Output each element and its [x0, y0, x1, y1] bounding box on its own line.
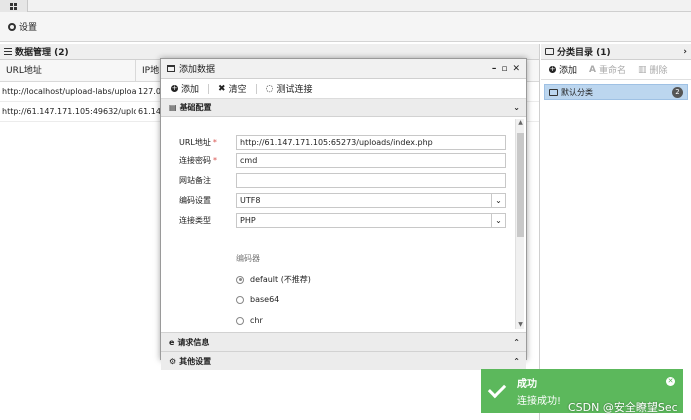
other-settings-header[interactable]: ⚙ 其他设置 ⌃	[161, 351, 526, 370]
row-url: http://localhost/upload-labs/uploa	[2, 87, 136, 96]
type-value: PHP	[240, 216, 256, 225]
category-item-label: 默认分类	[561, 87, 593, 97]
category-panel: 分类目录 (1) › + 添加 A 重命名 ▥ 删除 默认分类 2	[541, 44, 691, 420]
basic-config-body: URL地址 * http://61.147.171.105:65273/uploa…	[161, 117, 526, 332]
minimize-icon[interactable]: –	[492, 64, 497, 74]
delete-category-button[interactable]: ▥ 删除	[638, 63, 668, 77]
folder-icon	[545, 48, 554, 55]
settings-button[interactable]: 设置	[8, 20, 37, 33]
encoding-value: UTF8	[240, 196, 261, 205]
add-data-dialog: 添加数据 – ▫ ✕ + 添加 ✖ 清空 ◌ 测试连接 ▤ 基础配置 ⌄ URL…	[160, 58, 527, 370]
category-panel-header: 分类目录 (1) ›	[541, 44, 691, 60]
password-field-label: 连接密码 *	[179, 156, 217, 165]
scroll-thumb[interactable]	[517, 133, 524, 237]
radio-icon	[236, 275, 244, 284]
url-field-label: URL地址 *	[179, 138, 217, 147]
x-icon: ✖	[218, 83, 226, 94]
maximize-icon[interactable]: ▫	[501, 64, 507, 74]
toast-title: 成功	[517, 379, 537, 390]
spinner-icon: ◌	[265, 83, 274, 94]
encoder-base64-label: base64	[250, 295, 280, 304]
encoding-select[interactable]: UTF8 ⌄	[236, 193, 506, 208]
type-row: 连接类型 PHP ⌄	[179, 213, 506, 228]
category-panel-title: 分类目录 (1)	[557, 48, 611, 58]
document-icon: ▤	[169, 103, 177, 112]
category-item-default[interactable]: 默认分类 2	[544, 84, 688, 100]
type-field-label: 连接类型	[179, 216, 211, 225]
encoder-chr-label: chr	[250, 316, 263, 325]
encoder-label: 编码器	[236, 254, 260, 263]
other-settings-title: 其他设置	[179, 356, 212, 366]
encoder-base64-radio[interactable]: base64	[236, 295, 279, 304]
home-tab[interactable]	[0, 0, 28, 12]
type-select[interactable]: PHP ⌄	[236, 213, 506, 228]
category-toolbar: + 添加 A 重命名 ▥ 删除	[541, 60, 691, 80]
add-label: 添加	[181, 85, 200, 95]
request-info-title: 请求信息	[177, 337, 210, 347]
test-connection-label: 测试连接	[276, 85, 313, 95]
window-icon	[167, 65, 175, 72]
column-header-url[interactable]: URL地址	[0, 59, 136, 82]
rename-category-button[interactable]: A 重命名	[589, 63, 626, 77]
trash-icon: ▥	[638, 64, 647, 75]
basic-config-title: 基础配置	[179, 103, 212, 112]
dialog-title: 添加数据	[179, 65, 216, 75]
chevron-up-icon: ⌃	[513, 337, 520, 347]
font-icon: A	[589, 64, 596, 75]
radio-icon	[236, 295, 244, 304]
dialog-toolbar: + 添加 ✖ 清空 ◌ 测试连接	[161, 79, 526, 99]
plus-circle-icon: +	[171, 84, 178, 92]
settings-label: 设置	[19, 23, 38, 33]
scroll-up-icon[interactable]: ▲	[516, 119, 525, 127]
request-info-header[interactable]: e 请求信息 ⌃	[161, 332, 526, 351]
password-row: 连接密码 * cmd	[179, 153, 506, 168]
checkmark-icon	[487, 379, 507, 399]
folder-icon	[549, 88, 558, 96]
chevron-down-icon: ⌄	[513, 103, 520, 112]
encoder-default-label: default (不推荐)	[250, 275, 311, 284]
note-field-label: 网站备注	[179, 176, 211, 185]
chevron-down-icon: ⌄	[491, 194, 505, 207]
gear-icon	[8, 22, 16, 31]
rename-category-label: 重命名	[598, 66, 626, 76]
data-panel-title: 数据管理 (2)	[15, 48, 69, 58]
test-connection-button[interactable]: ◌ 测试连接	[265, 82, 313, 96]
clear-button[interactable]: ✖ 清空	[218, 82, 247, 96]
password-field[interactable]: cmd	[236, 153, 506, 168]
encoder-default-radio[interactable]: default (不推荐)	[236, 274, 311, 285]
chevron-down-icon: ⌄	[491, 214, 505, 227]
toast-message: 连接成功!	[517, 396, 562, 407]
dialog-title-bar[interactable]: 添加数据 – ▫ ✕	[161, 59, 526, 79]
close-icon[interactable]: ✕	[666, 377, 675, 386]
form-scrollbar[interactable]: ▲ ▼	[515, 119, 524, 329]
basic-config-header[interactable]: ▤ 基础配置 ⌄	[161, 99, 526, 117]
add-category-button[interactable]: + 添加	[549, 63, 577, 76]
encoder-chr-radio[interactable]: chr	[236, 316, 263, 325]
chevron-right-icon[interactable]: ›	[683, 47, 687, 57]
radio-icon	[236, 316, 244, 325]
close-icon[interactable]: ✕	[512, 64, 520, 74]
browser-icon: e	[169, 337, 175, 347]
encoding-row: 编码设置 UTF8 ⌄	[179, 193, 506, 208]
note-row: 网站备注	[179, 173, 506, 188]
add-category-label: 添加	[559, 66, 578, 76]
url-field[interactable]: http://61.147.171.105:65273/uploads/inde…	[236, 135, 506, 150]
url-row: URL地址 * http://61.147.171.105:65273/uploa…	[179, 135, 506, 150]
scroll-down-icon[interactable]: ▼	[516, 321, 525, 329]
grid-icon	[10, 2, 17, 10]
watermark: CSDN @安全瞭望Sec	[568, 401, 678, 414]
delete-category-label: 删除	[649, 66, 668, 76]
plus-circle-icon: +	[549, 65, 556, 73]
gears-icon: ⚙	[169, 356, 177, 366]
top-tab-bar	[0, 0, 691, 12]
encoding-field-label: 编码设置	[179, 196, 211, 205]
chevron-up-icon: ⌃	[513, 356, 520, 366]
row-url: http://61.147.171.105:49632/uplo	[2, 107, 136, 116]
list-icon	[4, 48, 12, 55]
clear-label: 清空	[228, 85, 247, 95]
add-button[interactable]: + 添加	[171, 82, 199, 95]
main-toolbar: 设置	[0, 12, 691, 42]
count-badge: 2	[672, 86, 683, 98]
note-field[interactable]	[236, 173, 506, 188]
